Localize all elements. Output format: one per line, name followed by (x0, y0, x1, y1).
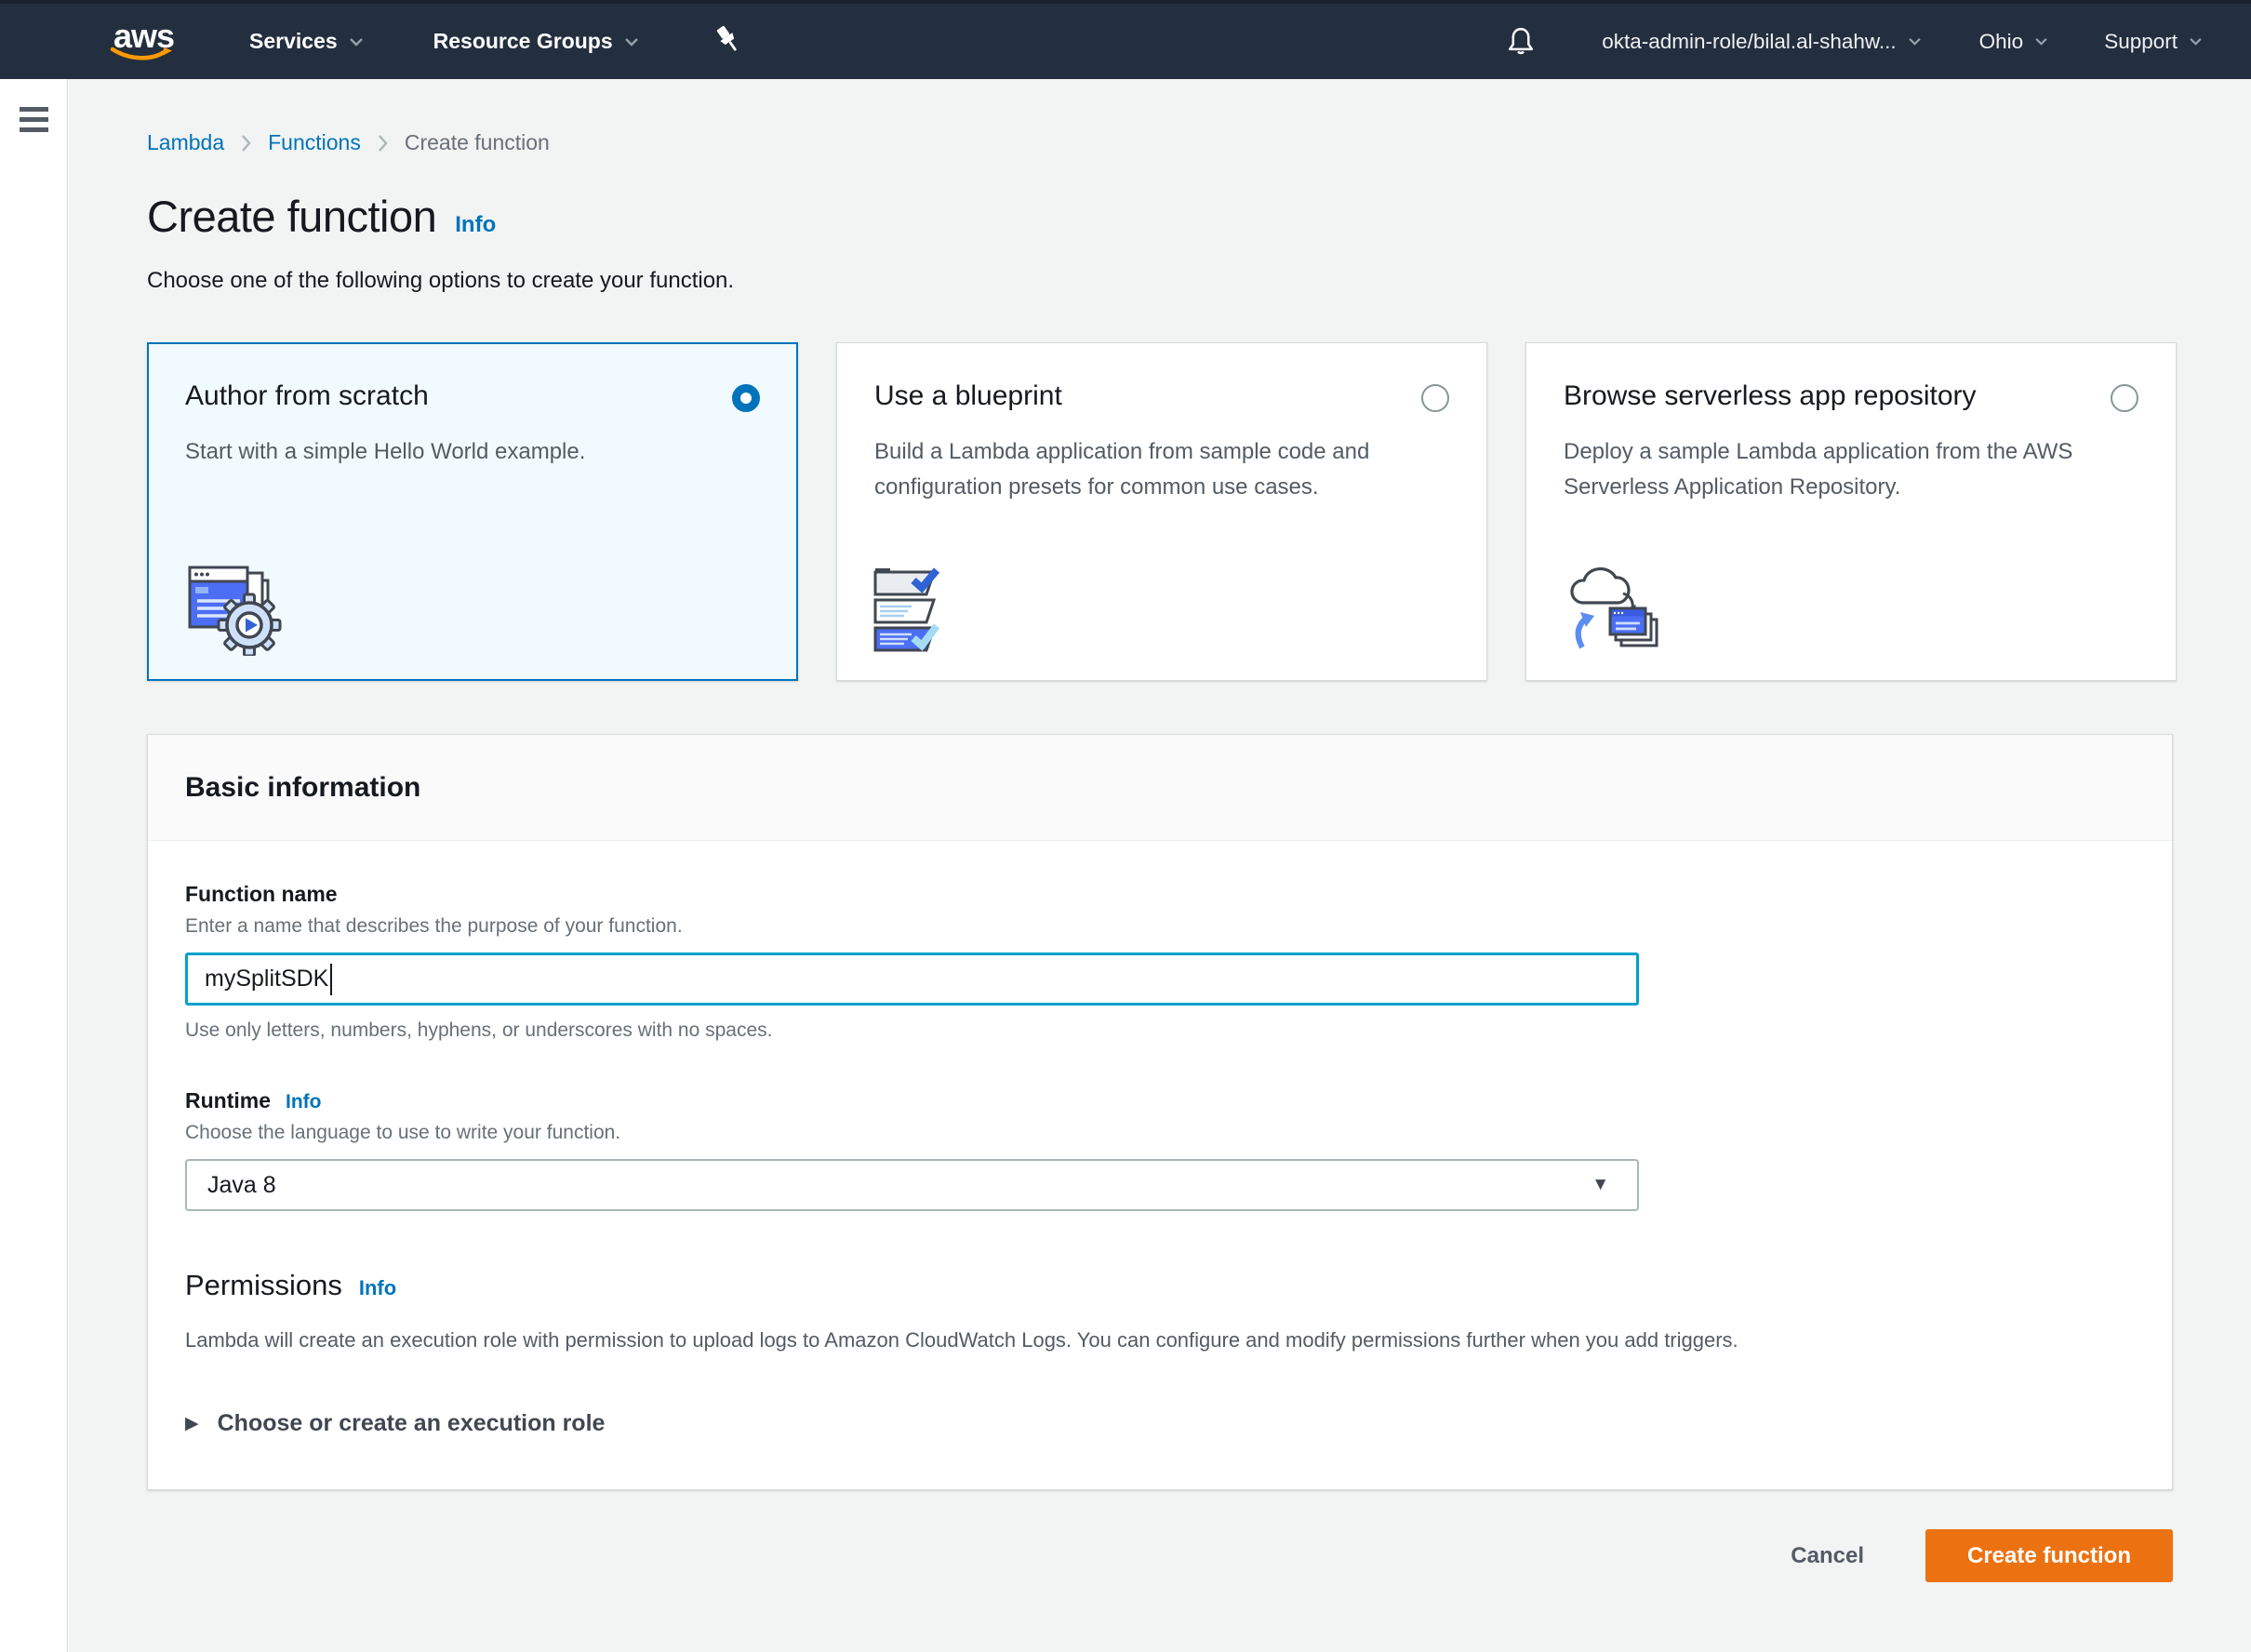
serverless-app-repository-icon (1562, 562, 1666, 661)
permissions-heading: Permissions (185, 1269, 342, 1302)
chevron-down-icon (2034, 37, 2048, 46)
card-use-a-blueprint[interactable]: Use a blueprint Build a Lambda applicati… (836, 342, 1487, 681)
pushpin-icon[interactable] (712, 24, 741, 60)
execution-role-expander[interactable]: ▶ Choose or create an execution role (185, 1410, 2135, 1437)
radio-browse-serverless-app-repository[interactable] (2111, 384, 2138, 412)
panel-title: Basic information (185, 772, 420, 804)
title-info-link[interactable]: Info (455, 212, 496, 238)
aws-logo[interactable]: aws (110, 22, 182, 61)
cancel-button[interactable]: Cancel (1791, 1543, 1864, 1569)
nav-right-group: okta-admin-role/bilal.al-shahw... Ohio S… (1505, 24, 2203, 60)
radio-use-a-blueprint[interactable] (1421, 384, 1449, 412)
main-content: Lambda Functions Create function Create … (69, 79, 2251, 1652)
footer-actions: Cancel Create function (147, 1529, 2173, 1582)
triangle-down-icon: ▼ (1592, 1175, 1609, 1195)
chevron-down-icon (2189, 37, 2203, 46)
page-title: Create function (147, 191, 436, 242)
author-from-scratch-icon (184, 558, 282, 660)
card-description: Deploy a sample Lambda application from … (1564, 434, 2138, 505)
execution-role-expander-label: Choose or create an execution role (218, 1410, 606, 1437)
basic-information-panel: Basic information Function name Enter a … (147, 734, 2173, 1490)
breadcrumb-lambda[interactable]: Lambda (147, 130, 224, 155)
nav-resource-groups-menu[interactable]: Resource Groups (433, 29, 639, 54)
page-subtitle: Choose one of the following options to c… (147, 268, 2251, 294)
permissions-info-link[interactable]: Info (359, 1276, 396, 1300)
runtime-selected-value: Java 8 (207, 1172, 276, 1199)
card-description: Build a Lambda application from sample c… (874, 434, 1449, 505)
card-title: Use a blueprint (874, 380, 1062, 412)
text-cursor (330, 964, 332, 995)
bell-icon[interactable] (1505, 24, 1537, 60)
nav-account-menu[interactable]: okta-admin-role/bilal.al-shahw... (1602, 30, 1921, 54)
nav-support-menu[interactable]: Support (2104, 30, 2203, 54)
card-title: Author from scratch (185, 380, 429, 412)
nav-region-menu[interactable]: Ohio (1979, 30, 2049, 54)
chevron-down-icon (1908, 37, 1922, 46)
breadcrumb: Lambda Functions Create function (147, 130, 2251, 155)
triangle-right-icon: ▶ (185, 1413, 199, 1434)
radio-author-from-scratch[interactable] (732, 384, 760, 412)
runtime-help: Choose the language to use to write your… (185, 1122, 2135, 1144)
card-browse-serverless-app-repository[interactable]: Browse serverless app repository Deploy … (1525, 342, 2177, 681)
runtime-label: Runtime (185, 1088, 271, 1113)
function-name-help: Enter a name that describes the purpose … (185, 915, 2135, 938)
card-title: Browse serverless app repository (1564, 380, 1977, 412)
hamburger-icon[interactable] (20, 107, 48, 132)
left-rail (0, 79, 68, 1652)
chevron-right-icon (378, 134, 388, 153)
function-name-input[interactable]: mySplitSDK (185, 953, 1639, 1006)
permissions-description: Lambda will create an execution role wit… (185, 1328, 2135, 1352)
aws-logo-text: aws (110, 22, 182, 50)
create-function-button[interactable]: Create function (1925, 1529, 2173, 1582)
breadcrumb-current: Create function (405, 130, 550, 155)
top-navigation-bar: aws Services Resource Groups (0, 0, 2251, 79)
create-option-cards: Author from scratch Start with a simple … (147, 342, 2251, 681)
blueprint-icon (872, 567, 966, 661)
runtime-select[interactable]: Java 8 ▼ (185, 1159, 1639, 1211)
function-name-label: Function name (185, 882, 2135, 907)
card-description: Start with a simple Hello World example. (185, 434, 760, 470)
function-name-constraint: Use only letters, numbers, hyphens, or u… (185, 1019, 2135, 1042)
function-name-value: mySplitSDK (205, 966, 328, 993)
nav-services-menu[interactable]: Services (249, 29, 364, 54)
chevron-down-icon (624, 37, 639, 47)
card-author-from-scratch[interactable]: Author from scratch Start with a simple … (147, 342, 798, 681)
breadcrumb-functions[interactable]: Functions (268, 130, 361, 155)
chevron-right-icon (241, 134, 251, 153)
chevron-down-icon (349, 37, 364, 47)
runtime-info-link[interactable]: Info (286, 1091, 321, 1113)
